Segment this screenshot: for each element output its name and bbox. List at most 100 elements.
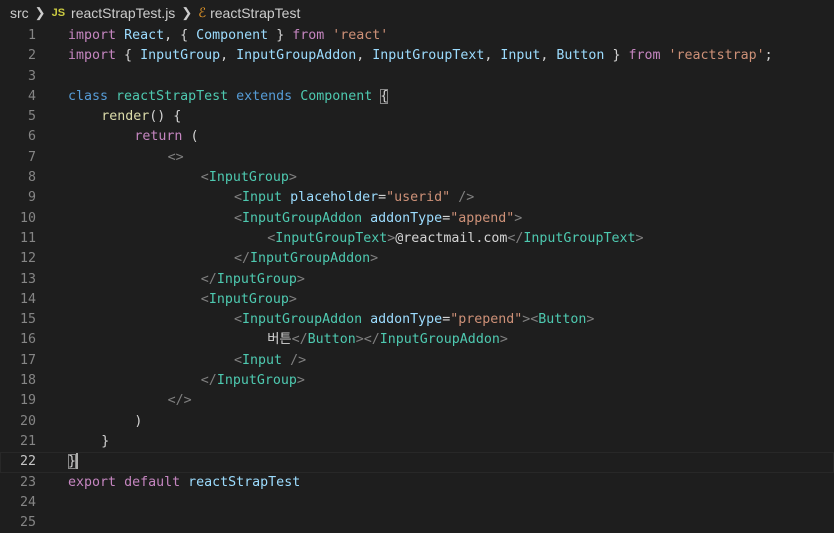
line-number: 23 (19, 474, 36, 490)
code-token: > (499, 332, 508, 348)
code-line[interactable]: 8 <InputGroup> (0, 168, 834, 188)
code-token: > (635, 230, 644, 246)
code-line[interactable]: 20) (0, 412, 834, 432)
code-token: </ (291, 332, 308, 348)
code-token: InputGroupAddon (242, 210, 363, 226)
line-number: 9 (27, 190, 36, 206)
code-token: 'react' (332, 28, 389, 43)
code-token: Input (242, 352, 283, 368)
chevron-right-icon: ❯ (34, 5, 46, 20)
code-token: ></ (355, 332, 380, 348)
code-token: reactStrapTest (188, 474, 301, 490)
line-number: 12 (19, 251, 36, 267)
code-line[interactable]: 22} (0, 452, 834, 473)
code-line[interactable]: 10 <InputGroupAddon addonType="append"> (0, 209, 834, 229)
code-token: </> (167, 393, 192, 409)
code-token: InputGroupText (275, 230, 388, 246)
code-line[interactable]: 6 return ( (0, 127, 834, 147)
code-line[interactable]: 3 (0, 67, 834, 87)
code-token: return (134, 129, 183, 145)
code-token: "append" (450, 210, 515, 226)
code-line[interactable]: 23 export default reactStrapTest (0, 473, 834, 493)
line-number: 2 (27, 48, 36, 64)
code-token: , { (164, 28, 197, 43)
code-token: 버튼 (267, 332, 292, 348)
code-token: < (267, 230, 276, 246)
line-number: 20 (19, 413, 36, 429)
code-token: <> (167, 149, 184, 165)
code-line[interactable]: 4 class reactStrapTest extends Component … (0, 87, 834, 107)
line-number: 5 (27, 109, 36, 125)
code-line[interactable]: 18 </InputGroup> (0, 371, 834, 391)
code-line[interactable]: 7 <> (0, 148, 834, 168)
code-token: InputGroup (208, 170, 289, 186)
code-line[interactable]: 17 <Input /> (0, 351, 834, 371)
code-token: reactStrapTest (116, 88, 229, 104)
line-number: 4 (27, 88, 36, 104)
code-line[interactable]: 24 (0, 493, 834, 513)
code-token: < (234, 210, 243, 226)
code-token: 'reactstrap' (668, 48, 765, 64)
code-token: React (124, 28, 165, 43)
code-token: extends (236, 88, 293, 104)
code-token: InputGroupAddon (379, 332, 500, 348)
breadcrumb: src ❯ JS reactStrapTest.js ❯ ℰ reactStra… (0, 0, 834, 26)
code-line[interactable]: 11 <InputGroupText>@reactmail.com</InputG… (0, 229, 834, 249)
code-token: InputGroup (216, 373, 297, 389)
code-token: > (370, 251, 379, 267)
line-number: 15 (19, 312, 36, 328)
code-line[interactable]: 9 <Input placeholder="userid" /> (0, 188, 834, 208)
text-cursor (76, 453, 79, 470)
code-token: </ (200, 373, 217, 389)
code-token: InputGroupAddon (242, 312, 363, 328)
breadcrumb-folder-label: src (10, 5, 29, 21)
class-symbol-icon: ℰ (198, 5, 207, 20)
code-token: Button (538, 312, 587, 328)
breadcrumb-symbol-label: reactStrapTest (210, 5, 301, 21)
code-token: /> (290, 352, 307, 368)
code-line[interactable]: 14 <InputGroup> (0, 290, 834, 310)
code-token: @reactmail.com (395, 230, 508, 246)
code-token: "userid" (386, 190, 451, 206)
breadcrumb-folder[interactable]: src (10, 5, 29, 21)
code-token: export (68, 474, 117, 490)
code-line[interactable]: 1 import React, { Component } from 'react… (0, 26, 834, 46)
chevron-right-icon: ❯ (181, 5, 193, 20)
code-token: > (586, 312, 595, 328)
code-token: addonType (370, 210, 443, 226)
code-token: addonType (370, 312, 443, 328)
code-line[interactable]: 21} (0, 432, 834, 452)
code-token: = (442, 312, 451, 328)
code-line[interactable]: 12 </InputGroupAddon> (0, 249, 834, 269)
code-line[interactable]: 25 (0, 513, 834, 533)
code-editor[interactable]: 1 import React, { Component } from 'react… (0, 26, 834, 533)
code-token: Button (307, 332, 356, 348)
code-line[interactable]: 16 버튼</Button></InputGroupAddon> (0, 330, 834, 350)
code-token: = (442, 210, 451, 226)
code-token: import (68, 28, 117, 43)
code-line[interactable]: 13 </InputGroup> (0, 270, 834, 290)
code-line[interactable]: 19 </> (0, 391, 834, 411)
line-number: 22 (19, 454, 36, 470)
code-line[interactable]: 15 <InputGroupAddon addonType="prepend"><… (0, 310, 834, 330)
line-number: 1 (27, 28, 36, 43)
code-token: } (101, 433, 110, 449)
line-number: 17 (19, 352, 36, 368)
code-line[interactable]: 2 import { InputGroup, InputGroupAddon, I… (0, 46, 834, 66)
code-line[interactable]: 5 render() { (0, 107, 834, 127)
code-token: > (288, 291, 297, 307)
line-number: 19 (19, 393, 36, 409)
breadcrumb-symbol[interactable]: ℰ reactStrapTest (198, 5, 300, 21)
code-token: } (604, 48, 629, 64)
breadcrumb-file[interactable]: JS reactStrapTest.js (52, 5, 176, 21)
code-token: InputGroupAddon (250, 251, 371, 267)
code-token: import (68, 48, 117, 64)
code-token: ( (182, 129, 199, 145)
matched-bracket: { (380, 88, 389, 104)
